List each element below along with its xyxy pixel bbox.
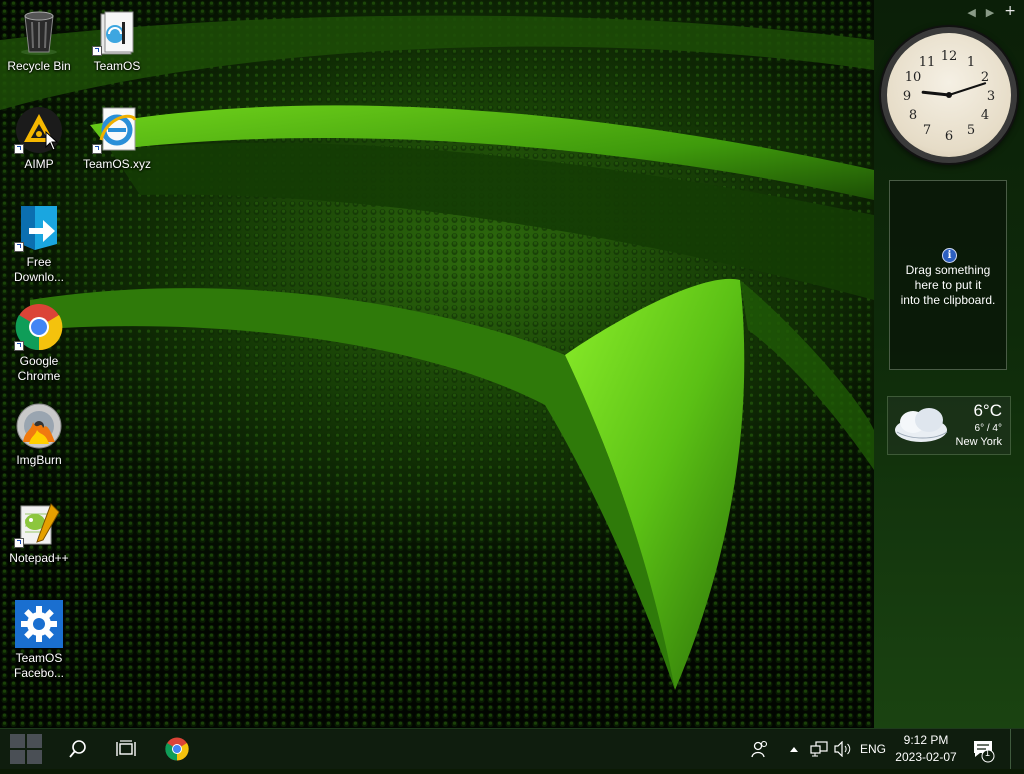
svg-text:5: 5 xyxy=(967,123,975,138)
notification-icon xyxy=(974,741,995,763)
cloud-icon xyxy=(895,408,948,442)
desktop-icon-recycle-bin[interactable]: Recycle Bin xyxy=(0,8,78,74)
weather-gadget[interactable]: 6°C 6° / 4° New York xyxy=(887,396,1011,455)
chrome-taskbar-button[interactable] xyxy=(158,729,196,769)
start-button[interactable] xyxy=(0,729,52,769)
desktop-icon-teamos[interactable]: TeamOS xyxy=(78,8,156,74)
svg-text:4: 4 xyxy=(981,108,989,123)
chrome-icon xyxy=(165,737,189,761)
clock-face: 12 12 345 678 91011 xyxy=(903,49,995,144)
notepad-icon xyxy=(14,500,63,548)
svg-text:10: 10 xyxy=(905,70,922,85)
icon-label: TeamOS Facebo... xyxy=(13,651,65,680)
internet-explorer-icon xyxy=(92,106,141,154)
disc-icon xyxy=(15,402,63,450)
icon-label: ImgBurn xyxy=(16,453,62,467)
task-view-icon xyxy=(116,740,136,756)
windows-logo-icon xyxy=(10,734,42,764)
people-icon xyxy=(751,740,768,758)
weather-temperature: 6°C xyxy=(973,401,1002,420)
clipboard-hint: Drag something here to put it into the c… xyxy=(900,263,996,307)
sidebar-next-button[interactable]: ▶ xyxy=(986,6,994,19)
info-icon: i xyxy=(942,248,957,263)
shortcut-arrow-icon xyxy=(14,144,24,154)
svg-text:6: 6 xyxy=(945,129,953,144)
icon-label: TeamOS.xyz xyxy=(82,157,151,171)
shortcut-arrow-icon xyxy=(92,144,102,154)
icon-label: Notepad++ xyxy=(9,551,69,565)
sidebar-add-gadget-button[interactable]: + xyxy=(1004,3,1016,19)
clock-hour-hand xyxy=(921,90,951,97)
recycle-bin-icon xyxy=(15,8,63,56)
icon-label: AIMP xyxy=(24,157,54,171)
desktop-icon-teamos-xyz[interactable]: TeamOS.xyz xyxy=(78,106,156,172)
clock-minute-hand xyxy=(948,82,987,96)
taskbar-time: 9:12 PM xyxy=(903,733,949,747)
desktop-icon-google-chrome[interactable]: Google Chrome xyxy=(0,303,78,384)
icon-label: Google Chrome xyxy=(17,354,61,383)
network-icon xyxy=(810,741,828,757)
clipboard-gadget[interactable]: i Drag something here to put it into the… xyxy=(889,180,1007,370)
desktop-icon-imgburn[interactable]: ImgBurn xyxy=(0,402,78,468)
network-button[interactable] xyxy=(808,729,830,769)
show-desktop-button[interactable] xyxy=(1010,729,1024,769)
icon-label: Free Downlo... xyxy=(13,255,65,284)
shortcut-arrow-icon xyxy=(14,538,24,548)
taskbar-date: 2023-02-07 xyxy=(895,750,957,764)
speaker-icon xyxy=(834,741,851,757)
gadget-sidebar: ◀ ▶ + 12 1 2 345 678 9 10 11 i Drag somethin… xyxy=(874,0,1024,728)
people-button[interactable] xyxy=(746,729,774,769)
weather-city: New York xyxy=(955,436,1002,448)
svg-text:1: 1 xyxy=(967,55,975,70)
icon-label: TeamOS xyxy=(93,59,141,73)
icon-label: Recycle Bin xyxy=(7,59,71,73)
shortcut-arrow-icon xyxy=(14,341,24,351)
desktop-icon-teamos-facebook[interactable]: TeamOS Facebo... xyxy=(0,600,78,681)
desktop-icon-free-download-manager[interactable]: Free Downlo... xyxy=(0,204,78,285)
language-indicator[interactable]: ENG xyxy=(860,729,886,769)
desktop-icon-notepad-plus-plus[interactable]: Notepad++ xyxy=(0,500,78,566)
show-hidden-icons-button[interactable] xyxy=(786,729,802,769)
taskbar-clock[interactable]: 9:12 PM 2023-02-07 xyxy=(893,732,959,766)
taskbar: ENG 9:12 PM 2023-02-07 1 xyxy=(0,728,1024,769)
sidebar-prev-button[interactable]: ◀ xyxy=(967,6,975,19)
shortcut-arrow-icon xyxy=(14,242,24,252)
sidebar-controls: ◀ ▶ + xyxy=(967,3,1016,19)
svg-text:12: 12 xyxy=(941,49,958,64)
volume-button[interactable] xyxy=(832,729,854,769)
download-arrow-icon xyxy=(14,204,63,252)
action-center-button[interactable]: 1 xyxy=(966,729,1000,769)
task-view-button[interactable] xyxy=(108,729,144,769)
chevron-up-icon xyxy=(790,747,798,752)
svg-text:8: 8 xyxy=(909,108,917,123)
shortcut-arrow-icon xyxy=(92,46,102,56)
gear-icon xyxy=(15,600,63,648)
clock-gadget[interactable]: 12 1 2 345 678 9 10 11 xyxy=(887,33,1011,157)
svg-text:3: 3 xyxy=(987,89,995,104)
search-button[interactable] xyxy=(60,729,96,769)
folder-icon xyxy=(92,8,141,56)
search-icon xyxy=(69,740,86,758)
svg-text:7: 7 xyxy=(923,123,931,138)
chrome-icon xyxy=(14,303,63,351)
notification-count: 1 xyxy=(985,748,991,758)
svg-text:9: 9 xyxy=(903,89,911,104)
weather-range: 6° / 4° xyxy=(974,423,1002,434)
mouse-cursor-icon xyxy=(45,131,59,151)
desktop-icon-aimp[interactable]: AIMP xyxy=(0,106,78,172)
svg-text:11: 11 xyxy=(919,55,936,70)
